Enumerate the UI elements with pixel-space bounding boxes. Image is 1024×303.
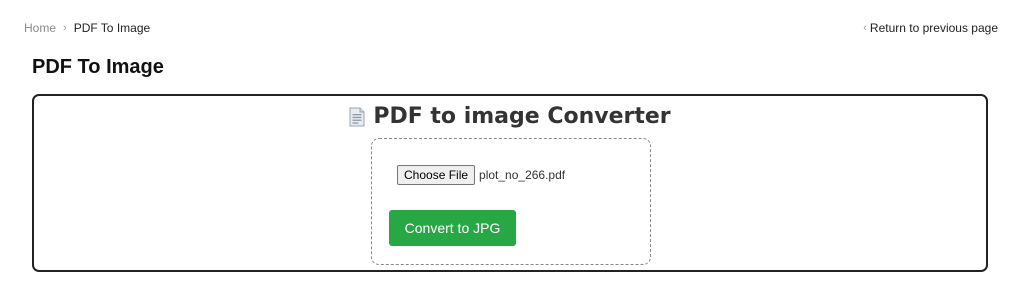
converter-title: PDF to image Converter [34,104,986,129]
file-input[interactable]: Choose File plot_no_266.pdf [397,165,565,185]
choose-file-button[interactable]: Choose File [397,165,476,185]
selected-file-name: plot_no_266.pdf [479,168,566,182]
chevron-left-icon: ‹ [863,22,867,34]
breadcrumb: Home › PDF To Image [24,21,150,35]
file-dropzone[interactable]: Choose File plot_no_266.pdf Convert to J… [371,138,651,265]
page-title: PDF To Image [32,56,164,78]
return-to-previous-page-link[interactable]: ‹ Return to previous page [863,21,998,35]
document-icon [349,107,365,126]
breadcrumb-home-link[interactable]: Home [24,21,56,35]
converter-title-text: PDF to image Converter [373,104,671,129]
return-link-label: Return to previous page [869,21,998,35]
convert-to-jpg-button[interactable]: Convert to JPG [389,210,516,246]
breadcrumb-separator-icon: › [63,22,67,34]
page: Home › PDF To Image ‹ Return to previous… [0,0,1024,303]
breadcrumb-current: PDF To Image [73,21,151,35]
converter-card: PDF to image Converter Choose File plot_… [32,94,988,272]
